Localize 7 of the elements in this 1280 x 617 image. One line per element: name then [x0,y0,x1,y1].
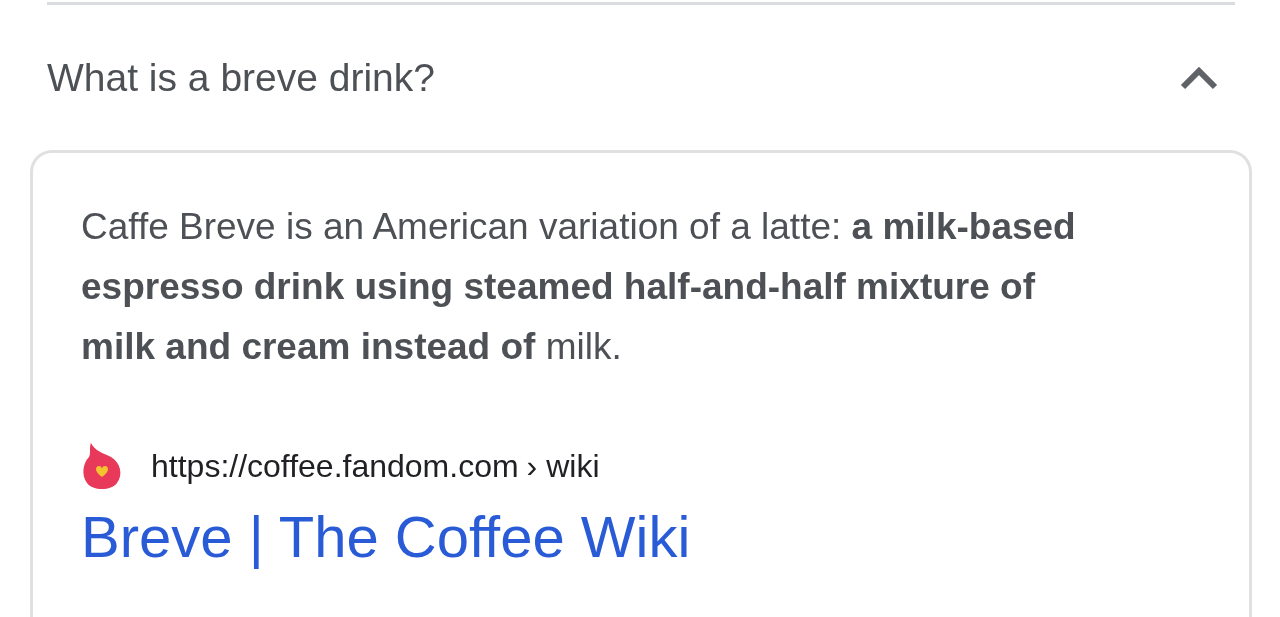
source-url: https://coffee.fandom.com [151,447,519,485]
answer-snippet: Caffe Breve is an American variation of a latte: a milk-based espresso drink using steamed half-and-half mixture of milk and cream instead of milk. [81,205,1077,369]
question-text: What is a breve drink? [47,55,435,100]
result-title-link[interactable]: Breve | The Coffee Wiki [81,503,691,570]
chevron-up-icon[interactable] [1179,64,1219,91]
breadcrumb: › wiki [526,447,600,485]
flame-icon [81,441,123,491]
